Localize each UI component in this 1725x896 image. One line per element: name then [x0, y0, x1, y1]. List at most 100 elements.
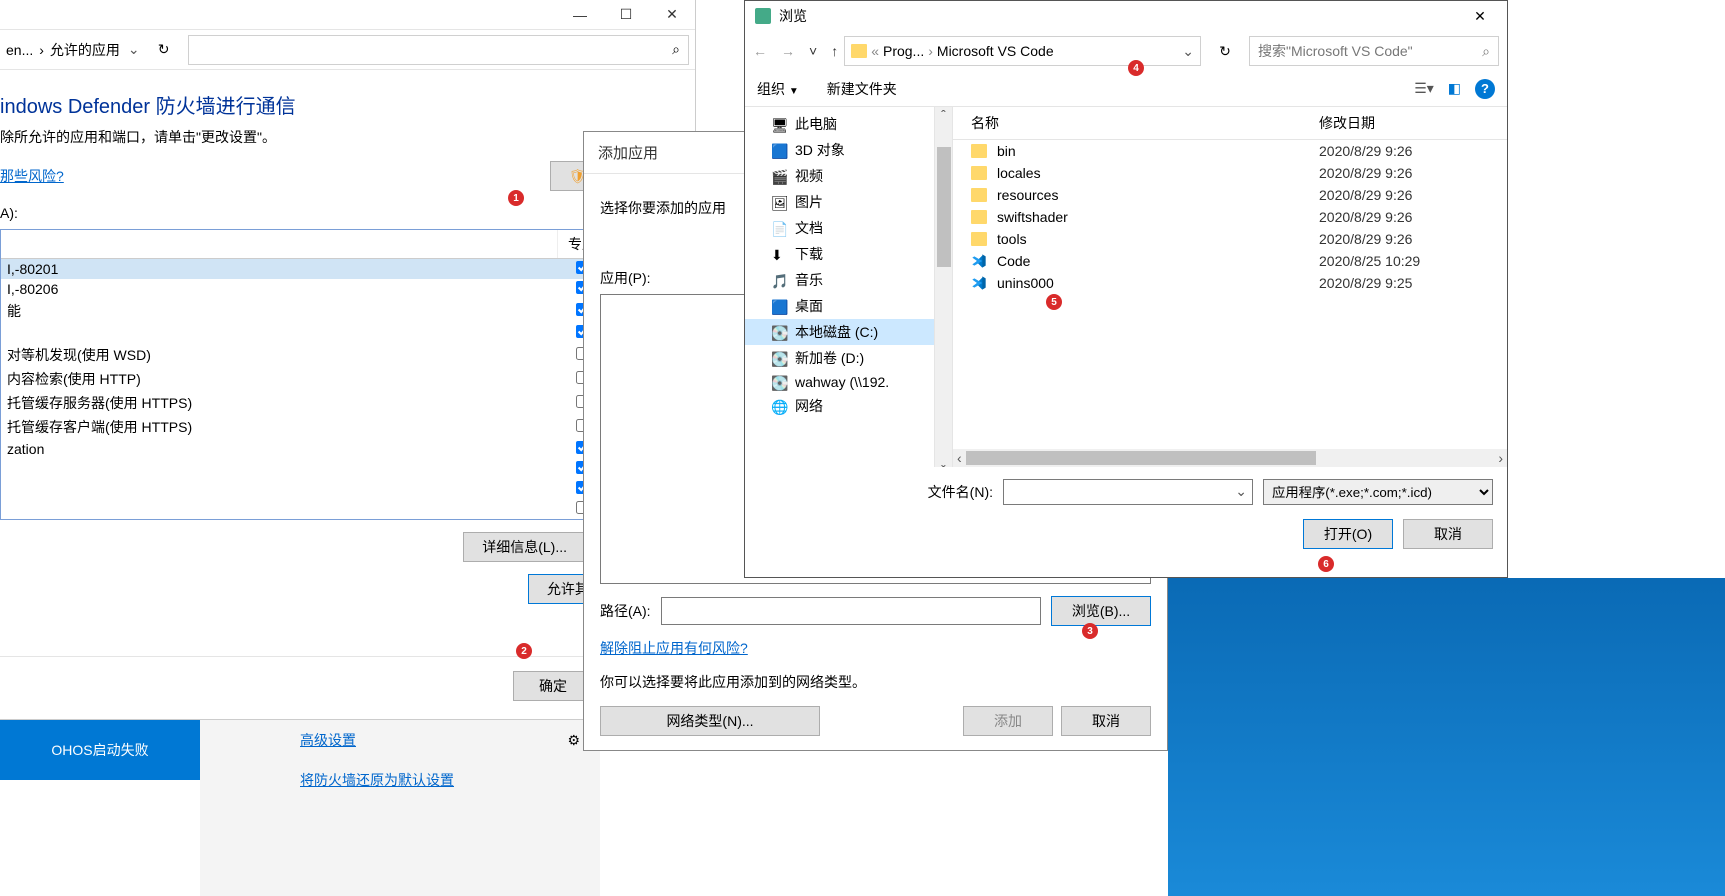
filetype-select[interactable]: 应用程序(*.exe;*.com;*.icd)	[1263, 479, 1493, 505]
new-folder-button[interactable]: 新建文件夹	[827, 79, 897, 99]
help-button[interactable]: ?	[1475, 79, 1495, 99]
organize-menu[interactable]: 组织 ▼	[757, 79, 799, 99]
horizontal-scrollbar[interactable]: ‹ ›	[953, 449, 1507, 467]
maximize-button[interactable]: ☐	[603, 0, 649, 30]
file-row[interactable]: locales2020/8/29 9:26	[953, 162, 1507, 184]
close-button[interactable]: ✕	[1457, 2, 1503, 30]
details-button[interactable]: 详细信息(L)...	[463, 532, 586, 562]
risk-link[interactable]: 那些风险?	[0, 166, 64, 186]
unblock-risk-link[interactable]: 解除阻止应用有何风险?	[600, 638, 1151, 658]
tree-node[interactable]: 🟦桌面	[745, 293, 934, 319]
tree-node[interactable]: 🌐网络	[745, 393, 934, 419]
file-row[interactable]: Code2020/8/25 10:29	[953, 250, 1507, 272]
table-row[interactable]	[1, 479, 684, 499]
app-name: 内容检索(使用 HTTP)	[1, 367, 557, 391]
file-row[interactable]: tools2020/8/29 9:26	[953, 228, 1507, 250]
up-dir-button[interactable]: ↑	[831, 43, 838, 59]
folder-tree[interactable]: 🖥此电脑🟦3D 对象🎬视频🖼图片📄文档⬇下载🎵音乐🟦桌面💽本地磁盘 (C:)💽新…	[745, 107, 935, 467]
path-input[interactable]	[661, 597, 1041, 625]
tree-node[interactable]: 🖥此电脑	[745, 111, 934, 137]
app-name: I,-80201	[1, 259, 557, 280]
app-icon	[755, 8, 771, 24]
drive-icon: 💽	[771, 351, 787, 365]
tree-node[interactable]: 💽wahway (\\192.	[745, 371, 934, 393]
add-button[interactable]: 添加	[963, 706, 1053, 736]
col-name-header[interactable]: 名称	[953, 107, 1313, 139]
search-box[interactable]: ⌕	[188, 35, 689, 65]
desktop-background	[1168, 578, 1725, 896]
search-icon: ⌕	[672, 41, 680, 58]
refresh-button[interactable]: ↻	[148, 35, 180, 65]
tree-node[interactable]: 🎵音乐	[745, 267, 934, 293]
folder-icon	[851, 44, 867, 58]
table-row[interactable]: 内容检索(使用 HTTP)	[1, 367, 684, 391]
table-row[interactable]	[1, 499, 684, 519]
side-panel: ⚙ 高级设置 将防火墙还原为默认设置	[200, 720, 600, 896]
table-row[interactable]: 对等机发现(使用 WSD)	[1, 343, 684, 367]
filename-input[interactable]	[1003, 479, 1253, 505]
address-bar[interactable]: « Prog... › Microsoft VS Code ⌄	[844, 36, 1201, 66]
app-name	[1, 479, 557, 499]
table-row[interactable]: I,-80201	[1, 259, 684, 280]
file-list[interactable]: 名称 修改日期 bin2020/8/29 9:26locales2020/8/2…	[953, 107, 1507, 467]
app-name: zation	[1, 439, 557, 459]
table-row[interactable]: 托管缓存服务器(使用 HTTPS)	[1, 391, 684, 415]
tree-node[interactable]: ⬇下载	[745, 241, 934, 267]
tree-scrollbar[interactable]: ˆ ˬ	[935, 107, 953, 467]
3d-icon: 🟦	[771, 143, 787, 157]
cancel-button[interactable]: 取消	[1403, 519, 1493, 549]
vid-icon: 🎬	[771, 169, 787, 183]
refresh-button[interactable]: ↻	[1207, 36, 1243, 66]
file-row[interactable]: bin2020/8/29 9:26	[953, 140, 1507, 162]
advanced-settings-link[interactable]: 高级设置	[300, 730, 570, 750]
search-input[interactable]: 搜索"Microsoft VS Code" ⌕	[1249, 36, 1499, 66]
minimize-button[interactable]: —	[557, 0, 603, 30]
ohos-tile[interactable]: OHOS启动失败	[0, 720, 200, 780]
filename-label: 文件名(N):	[928, 482, 993, 502]
chevron-down-icon[interactable]: ⌄	[128, 41, 140, 58]
restore-defaults-link[interactable]: 将防火墙还原为默认设置	[300, 770, 570, 790]
forward-button[interactable]: →	[781, 43, 795, 59]
chevron-down-icon[interactable]: ⌄	[1182, 43, 1194, 60]
tree-node[interactable]: 🖼图片	[745, 189, 934, 215]
file-row[interactable]: resources2020/8/29 9:26	[953, 184, 1507, 206]
col-name[interactable]	[1, 230, 557, 259]
table-row[interactable]: zation	[1, 439, 684, 459]
badge-6: 6	[1318, 556, 1334, 572]
chevron-down-icon[interactable]: ⌄	[1235, 483, 1247, 500]
vscode-icon	[971, 253, 987, 269]
page-heading: indows Defender 防火墙进行通信	[0, 90, 685, 119]
tree-node[interactable]: 📄文档	[745, 215, 934, 241]
col-date-header[interactable]: 修改日期	[1313, 107, 1483, 139]
preview-pane-button[interactable]: ◧	[1448, 80, 1461, 97]
open-button[interactable]: 打开(O)	[1303, 519, 1393, 549]
browse-button[interactable]: 浏览(B)...	[1051, 596, 1151, 626]
file-row[interactable]: unins0002020/8/29 9:25	[953, 272, 1507, 294]
breadcrumb[interactable]: en... › 允许的应用	[6, 40, 120, 60]
view-options-button[interactable]: ☰▾	[1414, 80, 1434, 97]
close-button[interactable]: ✕	[649, 0, 695, 30]
back-button[interactable]: ←	[753, 43, 767, 59]
badge-4: 4	[1128, 60, 1144, 76]
tree-node[interactable]: 💽新加卷 (D:)	[745, 345, 934, 371]
ok-button[interactable]: 确定	[513, 671, 593, 701]
tree-node[interactable]: 💽本地磁盘 (C:)	[745, 319, 934, 345]
tree-node[interactable]: 🎬视频	[745, 163, 934, 189]
tree-node[interactable]: 🟦3D 对象	[745, 137, 934, 163]
app-name	[1, 323, 557, 343]
app-name: 对等机发现(使用 WSD)	[1, 343, 557, 367]
doc-icon: 📄	[771, 221, 787, 235]
table-row[interactable]: 能	[1, 299, 684, 323]
up-button[interactable]: ˅	[809, 43, 817, 59]
table-row[interactable]: 托管缓存客户端(使用 HTTPS)	[1, 415, 684, 439]
badge-2: 2	[516, 643, 532, 659]
search-icon: ⌕	[1482, 43, 1490, 60]
network-types-button[interactable]: 网络类型(N)...	[600, 706, 820, 736]
cancel-button[interactable]: 取消	[1061, 706, 1151, 736]
table-row[interactable]	[1, 459, 684, 479]
table-row[interactable]: I,-80206	[1, 279, 684, 299]
gear-icon[interactable]: ⚙	[567, 732, 580, 749]
file-row[interactable]: swiftshader2020/8/29 9:26	[953, 206, 1507, 228]
table-row[interactable]	[1, 323, 684, 343]
badge-5: 5	[1046, 294, 1062, 310]
